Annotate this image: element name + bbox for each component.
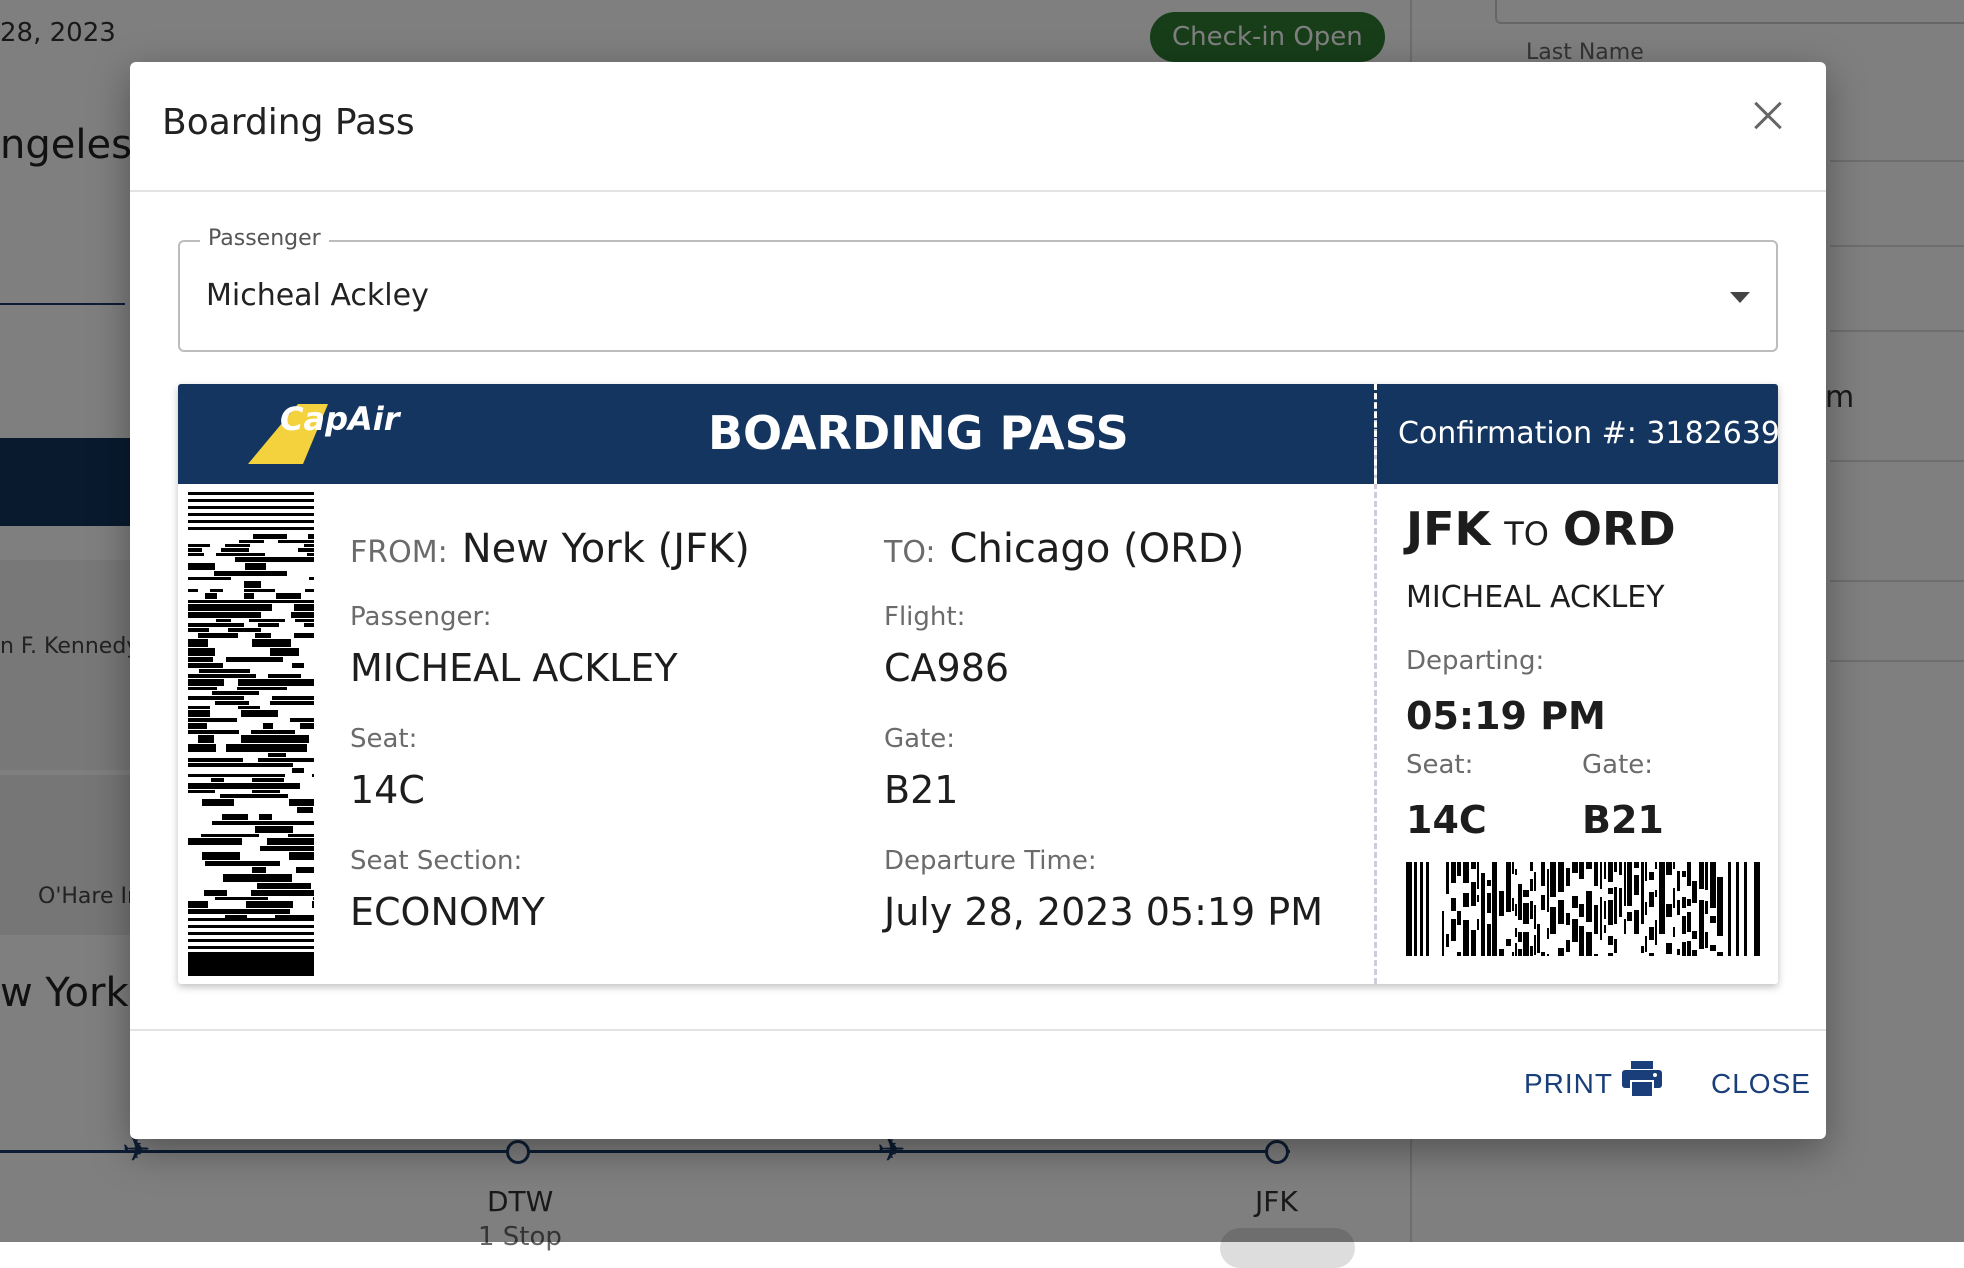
print-button[interactable]: PRINT (1518, 1067, 1619, 1101)
seat-section-value: ECONOMY (350, 890, 545, 934)
chevron-down-icon[interactable] (1730, 292, 1750, 303)
printer-icon[interactable] (1622, 1061, 1662, 1097)
dialog-title: Boarding Pass (162, 102, 415, 143)
departure-label: Departure Time: (884, 846, 1097, 876)
stub-passenger-name: MICHEAL ACKLEY (1406, 580, 1665, 615)
gate-label: Gate: (884, 724, 956, 754)
seat-value: 14C (350, 768, 425, 812)
flight-label: Flight: (884, 602, 966, 632)
to-field: TO: Chicago (ORD) (884, 526, 1244, 572)
seat-info: Seat: 14C (350, 724, 425, 812)
seat-section-info: Seat Section: ECONOMY (350, 846, 545, 934)
departure-info: Departure Time: July 28, 2023 05:19 PM (884, 846, 1323, 934)
passenger-select-label: Passenger (200, 226, 329, 251)
seat-label: Seat: (350, 724, 418, 754)
flight-value: CA986 (884, 646, 1010, 690)
passenger-info: Passenger: MICHEAL ACKLEY (350, 602, 678, 690)
confirmation-number: Confirmation #: 3182639 (1398, 416, 1778, 451)
departure-value: July 28, 2023 05:19 PM (884, 890, 1324, 934)
close-icon[interactable] (1744, 92, 1792, 140)
flight-info: Flight: CA986 (884, 602, 1009, 690)
seat-section-label: Seat Section: (350, 846, 523, 876)
from-label: FROM: (350, 535, 448, 570)
boarding-pass-dialog: Boarding Pass Passenger Micheal Ackley C… (130, 62, 1826, 1139)
stub-seat-value: 14C (1406, 798, 1487, 842)
stub-departing-label: Departing: (1406, 646, 1545, 676)
stub-seat-label: Seat: (1406, 750, 1474, 780)
perforation-line (1374, 384, 1377, 484)
boarding-pass-header-band: CapAir BOARDING PASS Confirmation #: 318… (178, 384, 1778, 484)
stub-to-word: TO (1504, 515, 1549, 553)
passenger-select[interactable]: Passenger Micheal Ackley (178, 226, 1778, 352)
to-label: TO: (884, 535, 936, 570)
stub-gate-value: B21 (1582, 798, 1664, 842)
vertical-barcode (188, 492, 314, 976)
passenger-value: MICHEAL ACKLEY (350, 646, 678, 690)
to-value: Chicago (ORD) (949, 526, 1245, 572)
passenger-select-value: Micheal Ackley (206, 278, 429, 313)
from-value: New York (JFK) (461, 526, 750, 572)
capair-logo-text: CapAir (280, 400, 400, 438)
stub-gate-label: Gate: (1582, 750, 1654, 780)
close-button[interactable]: CLOSE (1705, 1067, 1817, 1101)
stub-destination: ORD (1562, 502, 1676, 556)
pdf417-barcode (1406, 862, 1760, 956)
boarding-pass-heading: BOARDING PASS (708, 406, 1129, 460)
dialog-footer: PRINT CLOSE (130, 1029, 1826, 1139)
boarding-pass-card: CapAir BOARDING PASS Confirmation #: 318… (178, 384, 1778, 984)
dialog-header: Boarding Pass (130, 62, 1826, 192)
gate-value: B21 (884, 768, 959, 812)
passenger-label: Passenger: (350, 602, 492, 632)
gate-info: Gate: B21 (884, 724, 958, 812)
stub-departing-value: 05:19 PM (1406, 694, 1606, 738)
stub-origin: JFK (1406, 502, 1491, 556)
stub-route: JFK TO ORD (1406, 502, 1676, 556)
from-field: FROM: New York (JFK) (350, 526, 750, 572)
